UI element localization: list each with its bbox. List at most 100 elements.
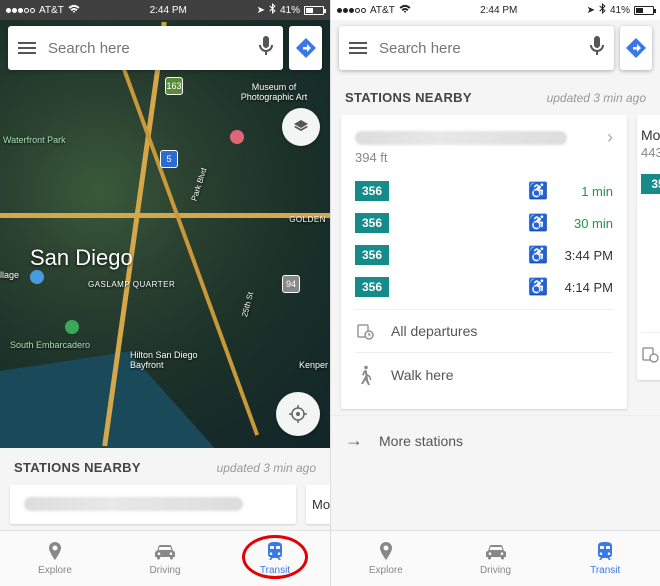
stations-updated: updated 3 min ago xyxy=(217,461,316,475)
more-stations-row[interactable]: → More stations xyxy=(331,415,660,465)
phone-right: AT&T 2:44 PM ➤ 41% STATIONS NEARBY up xyxy=(330,0,660,586)
station-name-blurred xyxy=(24,497,243,511)
search-bar-container xyxy=(8,26,322,70)
highway-shield: 5 xyxy=(160,150,178,168)
tab-label: Transit xyxy=(590,565,620,576)
mic-icon[interactable] xyxy=(259,36,273,61)
departure-row: 356 ♿ 4:14 PM xyxy=(355,271,613,303)
car-icon xyxy=(485,542,507,562)
walk-icon xyxy=(355,365,375,385)
tab-label: Driving xyxy=(149,565,180,576)
directions-button[interactable] xyxy=(620,26,652,70)
departure-row: 356 ♿ 30 min xyxy=(355,207,613,239)
station-card[interactable] xyxy=(10,485,296,524)
status-bar: AT&T 2:44 PM ➤ 41% xyxy=(0,0,330,20)
pin-icon xyxy=(375,542,397,562)
tab-explore[interactable]: Explore xyxy=(0,531,110,586)
location-arrow-icon: ➤ xyxy=(257,5,265,16)
menu-icon[interactable] xyxy=(349,42,367,54)
stations-header: STATIONS NEARBY xyxy=(345,90,472,105)
my-location-button[interactable] xyxy=(276,392,320,436)
tab-explore[interactable]: Explore xyxy=(331,531,441,586)
carrier-label: AT&T xyxy=(39,5,64,16)
map-area-label: Waterfront Park xyxy=(3,135,66,145)
highway-shield: 163 xyxy=(165,77,183,95)
wheelchair-icon: ♿ xyxy=(531,280,545,294)
peek-dist: 443 xyxy=(641,145,660,160)
eta-label: 1 min xyxy=(555,184,613,199)
eta-label: 4:14 PM xyxy=(555,280,613,295)
mic-icon[interactable] xyxy=(590,36,604,61)
wheelchair-icon: ♿ xyxy=(531,184,545,198)
status-bar: AT&T 2:44 PM ➤ 41% xyxy=(331,0,660,20)
pin-icon xyxy=(44,542,66,562)
route-badge: 356 xyxy=(355,245,389,265)
battery-icon xyxy=(304,6,324,15)
route-badge: 356 xyxy=(355,213,389,233)
highway-shield: 94 xyxy=(282,275,300,293)
battery-pct: 41% xyxy=(280,5,300,16)
map-layers-button[interactable] xyxy=(282,108,320,146)
schedule-icon xyxy=(355,322,375,340)
arrow-right-icon: → xyxy=(345,430,363,451)
departure-row: 356 ♿ 1 min xyxy=(355,175,613,207)
car-icon xyxy=(154,542,176,562)
walk-here-row[interactable]: Walk here xyxy=(355,352,613,397)
search-input[interactable] xyxy=(379,40,578,57)
stations-list-view: STATIONS NEARBY updated 3 min ago › 394 … xyxy=(331,0,660,530)
map-poi-label: Hilton San Diego Bayfront xyxy=(130,350,205,370)
bottom-tab-bar: Explore Driving Transit xyxy=(331,530,660,586)
tab-driving[interactable]: Driving xyxy=(110,531,220,586)
clock: 2:44 PM xyxy=(480,5,517,16)
location-arrow-icon: ➤ xyxy=(587,5,595,16)
station-card[interactable]: › 394 ft 356 ♿ 1 min 356 ♿ 30 min 356 xyxy=(341,115,627,409)
wheelchair-icon: ♿ xyxy=(531,248,545,262)
station-card-peek[interactable]: Mo xyxy=(306,485,330,524)
tab-transit[interactable]: Transit xyxy=(550,531,660,586)
action-label: All departures xyxy=(391,323,477,339)
station-distance: 394 ft xyxy=(355,150,613,165)
map-area-label: GOLDEN xyxy=(289,215,326,224)
search-bar-container xyxy=(339,26,652,70)
bluetooth-icon xyxy=(269,3,276,17)
wifi-icon xyxy=(68,4,80,17)
station-name-blurred xyxy=(355,131,567,145)
tab-label: Explore xyxy=(369,565,403,576)
tab-driving[interactable]: Driving xyxy=(441,531,551,586)
map-satellite-view[interactable]: San Diego Waterfront Park GASLAMP QUARTE… xyxy=(0,20,330,448)
menu-icon[interactable] xyxy=(18,42,36,54)
map-city-label: San Diego xyxy=(30,245,133,271)
bluetooth-icon xyxy=(599,3,606,17)
station-card-peek[interactable]: Mo 443 35 xyxy=(637,115,660,380)
chevron-right-icon[interactable]: › xyxy=(607,127,613,148)
eta-label: 30 min xyxy=(555,216,613,231)
route-badge: 356 xyxy=(355,277,389,297)
map-pin-icon[interactable] xyxy=(230,130,244,144)
peek-name: Mo xyxy=(641,127,660,143)
route-badge: 35 xyxy=(641,174,660,194)
all-departures-row[interactable]: All departures xyxy=(355,309,613,352)
map-pin-icon[interactable] xyxy=(65,320,79,334)
directions-button[interactable] xyxy=(289,26,322,70)
peek-name: Mo xyxy=(312,497,330,512)
map-pin-icon[interactable] xyxy=(30,270,44,284)
schedule-icon xyxy=(641,332,660,368)
train-icon xyxy=(594,542,616,562)
phone-left: AT&T 2:44 PM ➤ 41% xyxy=(0,0,330,586)
battery-pct: 41% xyxy=(610,5,630,16)
wifi-icon xyxy=(399,4,411,17)
search-input[interactable] xyxy=(48,40,247,57)
search-box[interactable] xyxy=(339,26,614,70)
map-area-label: llage xyxy=(0,270,19,280)
battery-icon xyxy=(634,6,654,15)
map-poi-label: Museum of Photographic Art xyxy=(234,82,314,102)
map-area-label: South Embarcadero xyxy=(10,340,90,350)
tab-transit[interactable]: Transit xyxy=(220,531,330,586)
stations-header: STATIONS NEARBY xyxy=(14,460,141,475)
map-area-label: GASLAMP QUARTER xyxy=(88,280,175,289)
departure-row: 356 ♿ 3:44 PM xyxy=(355,239,613,271)
annotation-circle xyxy=(242,535,308,579)
search-box[interactable] xyxy=(8,26,283,70)
stations-panel-peek[interactable]: STATIONS NEARBY updated 3 min ago Mo xyxy=(0,448,330,530)
eta-label: 3:44 PM xyxy=(555,248,613,263)
